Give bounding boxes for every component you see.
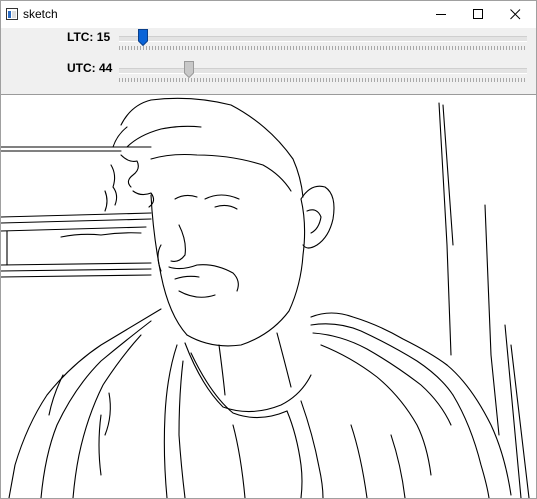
ltc-label: LTC: 15 xyxy=(67,30,111,44)
app-window-icon xyxy=(6,8,18,20)
minimize-icon xyxy=(436,14,446,15)
utc-slider-track[interactable] xyxy=(119,68,527,74)
utc-slider-thumb[interactable] xyxy=(184,61,195,78)
ltc-slider-ticks xyxy=(119,46,527,50)
minimize-button[interactable] xyxy=(425,1,458,28)
utc-slider-ticks xyxy=(119,78,527,82)
close-button[interactable] xyxy=(499,1,532,28)
utc-label: UTC: 44 xyxy=(67,61,113,75)
ltc-slider-thumb[interactable] xyxy=(138,29,148,46)
maximize-button[interactable] xyxy=(462,1,495,28)
close-icon xyxy=(510,9,521,20)
window-title: sketch xyxy=(23,7,58,21)
trackbar-panel: LTC: 15 UTC: 44 xyxy=(1,28,536,95)
ltc-slider-track[interactable] xyxy=(119,36,527,42)
sketch-image xyxy=(1,95,536,498)
maximize-icon xyxy=(473,9,483,19)
app-window: sketch LTC: 15 UTC: 44 xyxy=(0,0,537,499)
edge-sketch-drawing xyxy=(1,97,530,498)
title-bar[interactable]: sketch xyxy=(1,1,536,28)
